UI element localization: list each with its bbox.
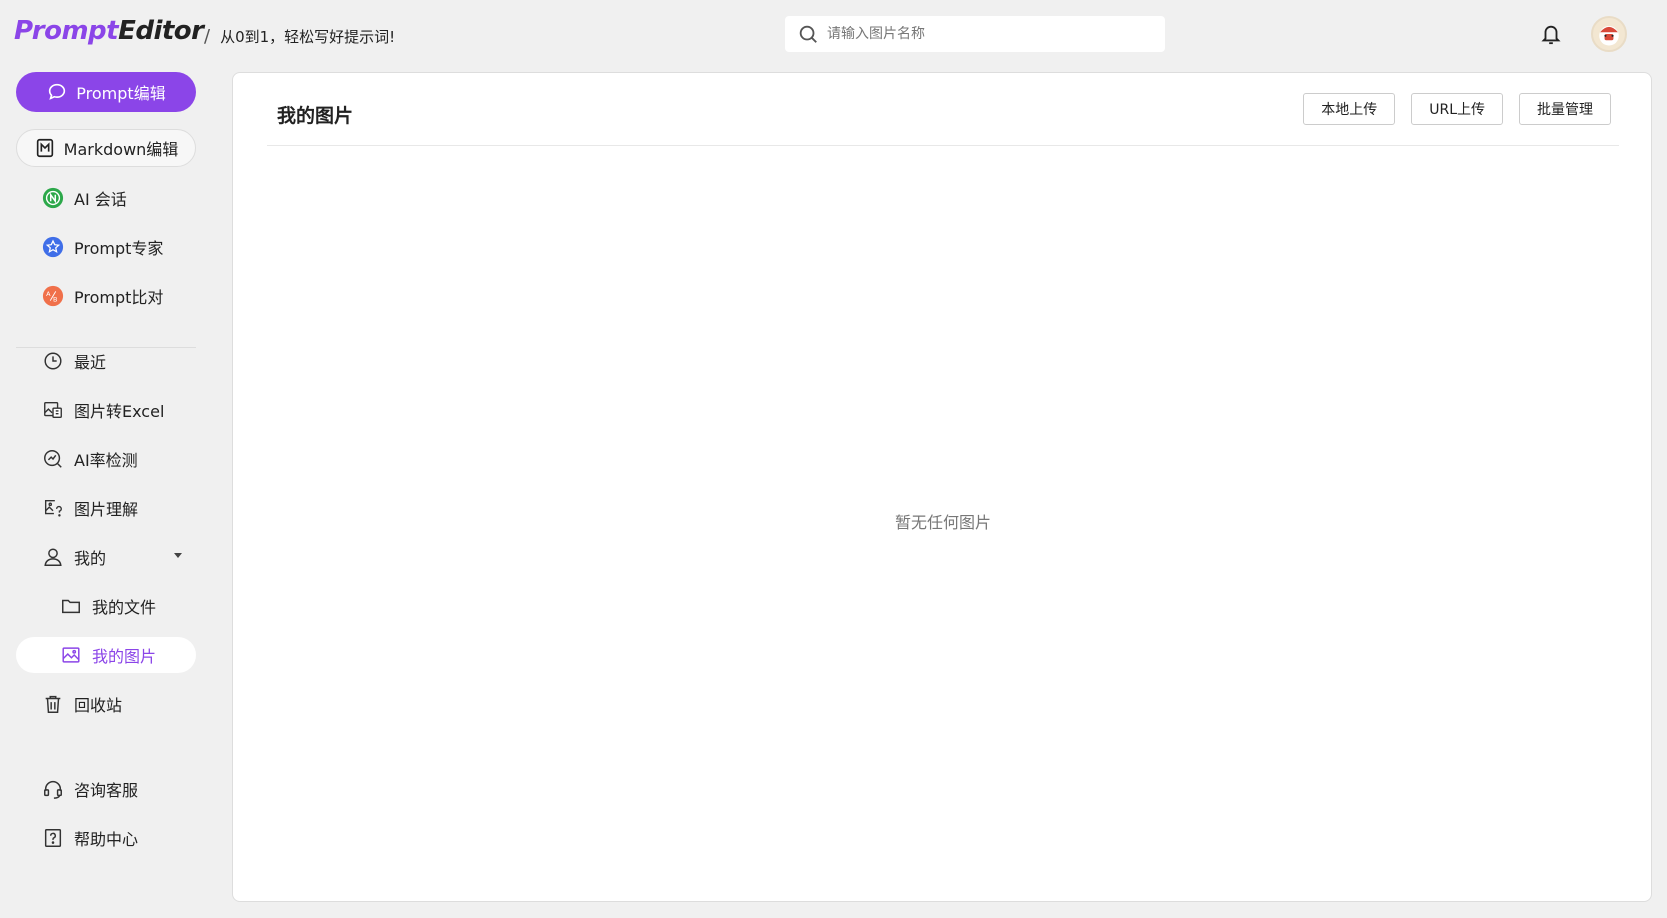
local-upload-button[interactable]: 本地上传 [1303,93,1396,125]
sidebar-item-image-understand[interactable]: 图片理解 [16,490,196,526]
prompt-edit-button[interactable]: Prompt编辑 [16,72,196,112]
sidebar-item-prompt-compare[interactable]: AB Prompt比对 [16,278,196,314]
empty-state-text: 暂无任何图片 [894,513,991,532]
sidebar-item-recent[interactable]: 最近 [16,343,196,379]
url-upload-button[interactable]: URL上传 [1411,93,1503,125]
sidebar-item-image-to-excel[interactable]: 图片转Excel [16,392,196,428]
toolbar: 本地上传 URL上传 批量管理 [1303,93,1611,125]
sidebar-item-label: 最近 [74,353,107,372]
sidebar-item-label: AI 会话 [74,190,127,209]
folder-icon [60,595,82,617]
image-icon [60,644,82,666]
bell-icon[interactable] [1540,22,1562,46]
user-avatar[interactable] [1591,16,1627,52]
markdown-edit-button[interactable]: Markdown编辑 [16,129,196,167]
ai-detect-icon [42,448,64,470]
sidebar-item-label: Prompt专家 [74,239,164,258]
svg-text:B: B [53,296,57,304]
search-box[interactable] [785,16,1165,52]
app-logo[interactable]: PromptEditor [14,16,204,46]
sidebar-item-mine[interactable]: 我的 [16,539,196,575]
sidebar: Prompt编辑 Markdown编辑 AI 会话 Prompt专家 AB Pr… [0,68,212,918]
caret-down-icon[interactable] [174,553,182,558]
prompt-edit-label: Prompt编辑 [76,84,166,103]
top-header: PromptEditor / 从0到1，轻松写好提示词! [0,0,1667,68]
sidebar-item-support[interactable]: 咨询客服 [16,771,196,807]
sidebar-item-help[interactable]: 帮助中心 [16,820,196,856]
logo-prompt: Prompt [14,16,119,46]
search-input[interactable] [827,26,1147,42]
headset-icon [42,778,64,800]
search-icon [797,23,819,45]
sidebar-item-my-files[interactable]: 我的文件 [16,588,196,624]
sidebar-item-label: 咨询客服 [74,781,139,800]
sidebar-item-label: AI率检测 [74,451,138,470]
sidebar-item-my-images[interactable]: 我的图片 [16,637,196,673]
sidebar-item-ai-detect[interactable]: AI率检测 [16,441,196,477]
help-icon [42,827,64,849]
markdown-icon [34,137,56,159]
slogan-separator: / [204,26,211,47]
clock-icon [42,350,64,372]
sidebar-item-label: 我的文件 [92,598,157,617]
slogan-text: 从0到1，轻松写好提示词! [220,28,396,46]
sidebar-item-prompt-expert[interactable]: Prompt专家 [16,229,196,265]
main-panel: 我的图片 本地上传 URL上传 批量管理 暂无任何图片 [232,72,1652,902]
sidebar-item-label: 回收站 [74,696,123,715]
batch-manage-button[interactable]: 批量管理 [1519,93,1611,125]
sidebar-item-label: 图片转Excel [74,402,165,421]
sidebar-item-label: 帮助中心 [74,830,139,849]
sidebar-item-ai-chat[interactable]: AI 会话 [16,180,196,216]
image-excel-icon [42,399,64,421]
svg-text:A: A [46,290,51,298]
sidebar-item-label: 图片理解 [74,500,139,519]
ai-chat-icon [42,187,64,209]
header-divider [267,145,1619,146]
markdown-edit-label: Markdown编辑 [63,140,179,159]
page-title: 我的图片 [277,105,354,127]
chat-bubble-icon [46,81,68,103]
sidebar-item-label: Prompt比对 [74,288,164,307]
slogan: / 从0到1，轻松写好提示词! [204,26,395,47]
star-icon [42,236,64,258]
sidebar-item-trash[interactable]: 回收站 [16,686,196,722]
image-question-icon [42,497,64,519]
ab-compare-icon: AB [42,285,64,307]
sidebar-item-label: 我的图片 [92,647,157,666]
user-icon [42,546,64,568]
trash-icon [42,693,64,715]
logo-editor: Editor [118,16,204,46]
sidebar-item-label: 我的 [74,549,107,568]
